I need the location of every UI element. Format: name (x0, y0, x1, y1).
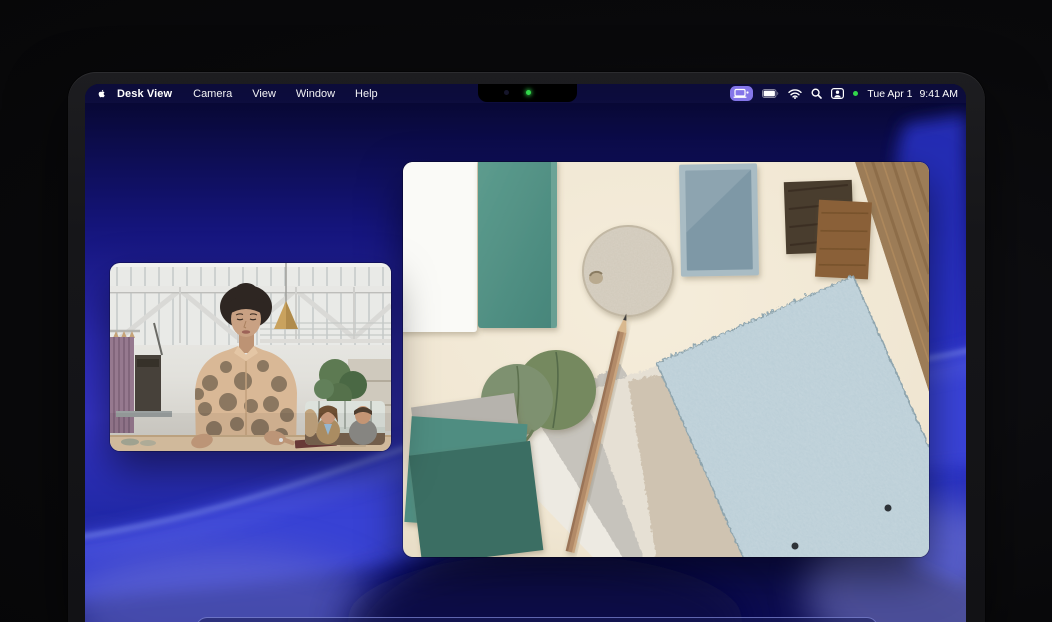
brown-wood-swatch (815, 200, 872, 280)
white-card (403, 162, 477, 332)
fabric-snap (792, 543, 799, 550)
continuity-camera-icon[interactable] (730, 86, 753, 101)
menu-window[interactable]: Window (296, 88, 335, 100)
apple-menu[interactable] (95, 87, 106, 100)
menu-time: 9:41 AM (919, 88, 958, 100)
menu-view[interactable]: View (252, 88, 276, 100)
camera-lens-icon (504, 90, 509, 95)
menu-date: Tue Apr 1 (867, 88, 912, 100)
desk-view-scene (403, 162, 929, 557)
apple-logo-icon (95, 87, 106, 100)
menu-clock[interactable]: Tue Apr 1 9:41 AM (867, 88, 958, 100)
macbook-display: Desk View Camera View Window Help (68, 72, 985, 622)
desktop-screen: Desk View Camera View Window Help (85, 84, 966, 622)
menu-camera[interactable]: Camera (193, 88, 232, 100)
facetime-video-window[interactable] (110, 263, 391, 451)
menu-help[interactable]: Help (355, 88, 378, 100)
battery-icon[interactable] (762, 89, 779, 98)
menu-app-name[interactable]: Desk View (117, 88, 172, 100)
product-backdrop: Desk View Camera View Window Help (0, 0, 1052, 622)
status-green-dot-icon (853, 91, 858, 96)
slate-blue-tile (679, 163, 759, 276)
facetime-video-scene (110, 263, 391, 451)
camera-notch (478, 84, 577, 102)
desk-view-window[interactable] (403, 162, 929, 557)
wifi-icon[interactable] (788, 89, 802, 99)
user-switch-icon[interactable] (831, 88, 844, 99)
fabric-snap (885, 505, 892, 512)
camera-indicator-light (526, 90, 531, 95)
background-window-edge[interactable] (196, 617, 878, 622)
spotlight-icon[interactable] (811, 88, 822, 99)
felt-disc (583, 226, 673, 316)
teal-tile (478, 162, 557, 328)
